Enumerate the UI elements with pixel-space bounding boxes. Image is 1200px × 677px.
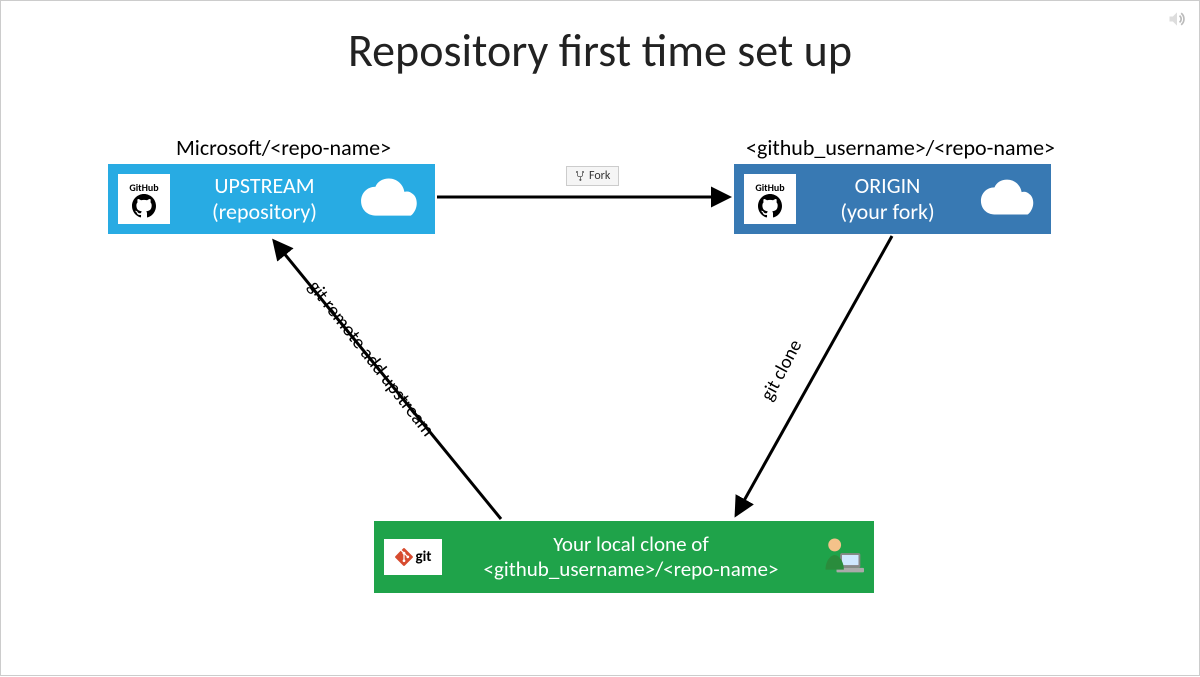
- local-clone-box: git Your local clone of <github_username…: [374, 521, 874, 593]
- slide-title: Repository first time set up: [1, 23, 1199, 79]
- fork-icon: [575, 170, 585, 182]
- git-clone-label: git clone: [756, 336, 807, 405]
- local-box-text: Your local clone of <github_username>/<r…: [452, 532, 810, 582]
- origin-box: GitHub ORIGIN (your fork): [734, 164, 1051, 234]
- git-logo-icon: git: [384, 539, 442, 575]
- upstream-box-text: UPSTREAM (repository): [180, 173, 349, 226]
- github-logo-icon: GitHub: [118, 174, 170, 224]
- upstream-box: GitHub UPSTREAM (repository): [108, 164, 435, 234]
- github-logo-icon: GitHub: [744, 174, 796, 224]
- origin-box-text: ORIGIN (your fork): [806, 173, 969, 226]
- origin-repo-path: <github_username>/<repo-name>: [746, 134, 1055, 161]
- git-remote-add-label: git remote add upstream: [303, 276, 439, 441]
- upstream-repo-path: Microsoft/<repo-name>: [176, 134, 391, 161]
- cloud-icon: [359, 175, 425, 224]
- cloud-icon: [979, 176, 1041, 223]
- user-computer-icon: [820, 533, 864, 582]
- fork-button[interactable]: Fork: [566, 166, 619, 186]
- audio-icon: [1167, 9, 1187, 34]
